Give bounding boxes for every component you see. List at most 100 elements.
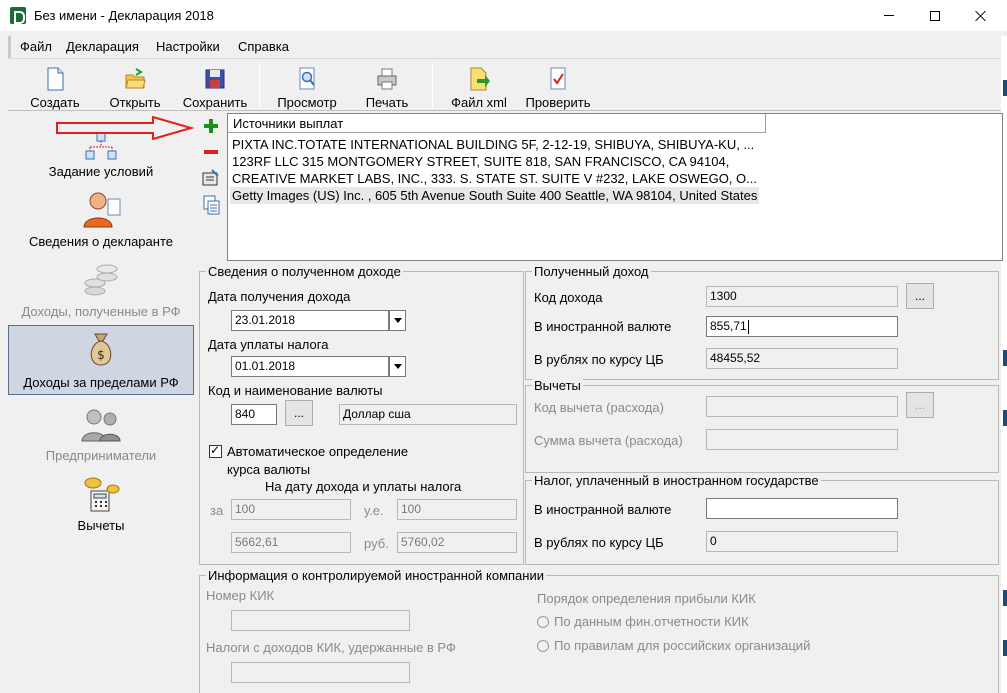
foreign-tax-group: Налог, уплаченный в иностранном государс… xyxy=(525,473,999,565)
date-received-field[interactable]: 23.01.2018 xyxy=(231,310,389,331)
xml-label: Файл xml xyxy=(451,95,507,110)
folder-open-icon xyxy=(125,68,146,89)
svg-text:$: $ xyxy=(97,348,105,362)
create-button[interactable]: Создать xyxy=(22,65,88,111)
check-label: Проверить xyxy=(525,95,591,110)
kik-number-label: Номер КИК xyxy=(206,588,275,603)
add-source-button[interactable] xyxy=(200,116,222,136)
per-tax-field: 100 xyxy=(397,499,517,520)
deduction-code-select-button[interactable]: ... xyxy=(906,392,934,418)
entrepreneurs-icon xyxy=(81,409,121,442)
kik-title: Информация о контролируемой иностранной … xyxy=(206,568,546,583)
units-label: у.е. xyxy=(364,503,384,518)
rub-tax-field: 5760,02 xyxy=(397,532,517,553)
minimize-icon xyxy=(884,15,894,16)
nav-income-abroad-label: Доходы за пределами РФ xyxy=(23,375,179,390)
nav-declarant[interactable]: Сведения о декларанте xyxy=(8,187,194,253)
calculator-coins-icon xyxy=(84,477,120,512)
kik-option-financial-radio[interactable] xyxy=(537,616,549,628)
rate-caption: На дату дохода и уплаты налога xyxy=(265,479,462,494)
app-logo-icon xyxy=(10,7,26,24)
maximize-button[interactable] xyxy=(912,0,958,31)
nav-entrepreneurs[interactable]: Предприниматели xyxy=(8,401,194,467)
save-button[interactable]: Сохранить xyxy=(178,65,252,111)
payment-sources-list[interactable]: Источники выплат PIXTA INC.TOTATE INTERN… xyxy=(227,113,1003,261)
nav-deductions-label: Вычеты xyxy=(77,518,125,533)
list-item[interactable]: 123RF LLC 315 MONTGOMERY STREET, SUITE 8… xyxy=(230,153,731,170)
auto-rate-checkbox[interactable] xyxy=(209,443,222,458)
nav-income-abroad[interactable]: $ Доходы за пределами РФ xyxy=(8,325,194,395)
kik-option-russian-label: По правилам для российских организаций xyxy=(554,638,811,653)
person-icon xyxy=(83,192,121,228)
document-new-icon xyxy=(47,67,64,91)
close-button[interactable] xyxy=(958,0,1004,31)
open-label: Открыть xyxy=(109,95,161,110)
deduction-code-label: Код вычета (расхода) xyxy=(534,400,664,415)
kik-profit-label: Порядок определения прибыли КИК xyxy=(537,591,756,606)
xml-export-icon xyxy=(470,67,490,91)
toolbar: Создать Открыть Сохранить Просмотр Печат… xyxy=(8,58,1001,111)
date-tax-dropdown-button[interactable] xyxy=(389,356,406,377)
menu-settings[interactable]: Настройки xyxy=(156,39,220,54)
nav-deductions[interactable]: Вычеты xyxy=(8,471,194,537)
preview-button[interactable]: Просмотр xyxy=(270,65,344,111)
nav-income-rf-label: Доходы, полученные в РФ xyxy=(21,304,181,319)
copy-source-button[interactable] xyxy=(200,194,222,215)
open-button[interactable]: Открыть xyxy=(102,65,168,111)
coins-icon xyxy=(84,264,118,296)
toolbar-separator xyxy=(259,63,260,109)
foreign-amount-field[interactable]: 855,71 xyxy=(706,316,898,337)
xml-button[interactable]: Файл xml xyxy=(444,65,514,111)
sources-column-header[interactable]: Источники выплат xyxy=(228,114,766,133)
income-code-field: 1300 xyxy=(706,286,898,307)
title-bar: Без имени - Декларация 2018 xyxy=(0,0,1007,31)
currency-select-button[interactable]: ... xyxy=(285,400,313,426)
nav-income-rf[interactable]: Доходы, полученные в РФ xyxy=(8,259,194,325)
received-income-title: Полученный доход xyxy=(532,264,651,279)
auto-rate-label-cont: курса валюты xyxy=(227,462,311,477)
income-code-select-button[interactable]: ... xyxy=(906,283,934,309)
per-label: за xyxy=(210,503,224,518)
text-cursor xyxy=(747,319,749,334)
copy-icon xyxy=(203,195,220,215)
minimize-button[interactable] xyxy=(866,0,912,31)
print-button[interactable]: Печать xyxy=(352,65,422,111)
annotation-arrow-icon xyxy=(56,116,195,140)
plus-icon xyxy=(204,119,218,133)
date-received-dropdown-button[interactable] xyxy=(389,310,406,331)
check-button[interactable]: Проверить xyxy=(520,65,596,111)
tax-foreign-field[interactable] xyxy=(706,498,898,519)
nav-conditions-label: Задание условий xyxy=(48,164,154,179)
nav-declarant-label: Сведения о декларанте xyxy=(29,234,173,249)
list-item[interactable]: CREATIVE MARKET LABS, INC., 333. S. STAT… xyxy=(230,170,759,187)
window-title: Без имени - Декларация 2018 xyxy=(34,8,214,23)
menu-help[interactable]: Справка xyxy=(238,39,289,54)
list-item[interactable]: PIXTA INC.TOTATE INTERNATIONAL BUILDING … xyxy=(230,136,756,153)
tax-foreign-label: В иностранной валюте xyxy=(534,502,672,517)
date-tax-field[interactable]: 01.01.2018 xyxy=(231,356,389,377)
edit-card-icon xyxy=(202,169,219,186)
auto-rate-label: Автоматическое определение xyxy=(227,444,409,459)
foreign-tax-title: Налог, уплаченный в иностранном государс… xyxy=(532,473,821,488)
tax-rub-label: В рублях по курсу ЦБ xyxy=(534,535,664,550)
create-label: Создать xyxy=(30,95,80,110)
remove-source-button[interactable] xyxy=(200,142,222,162)
edge-marker xyxy=(1003,80,1007,96)
toolbar-separator xyxy=(432,63,433,109)
date-tax-label: Дата уплаты налога xyxy=(208,337,329,352)
menu-declaration[interactable]: Декларация xyxy=(66,39,139,54)
kik-number-field xyxy=(231,610,410,631)
rub-income-field: 5662,61 xyxy=(231,532,351,553)
rub-label: руб. xyxy=(364,536,389,551)
currency-code-field[interactable]: 840 xyxy=(231,404,277,425)
close-icon xyxy=(975,10,987,22)
preview-label: Просмотр xyxy=(277,95,337,110)
printer-icon xyxy=(377,68,397,90)
foreign-amount-label: В иностранной валюте xyxy=(534,319,672,334)
edit-source-button[interactable] xyxy=(200,168,222,188)
currency-name-field: Доллар сша xyxy=(339,404,517,425)
deductions-title: Вычеты xyxy=(532,378,583,393)
list-item[interactable]: Getty Images (US) Inc. , 605 5th Avenue … xyxy=(230,187,760,204)
kik-option-russian-radio[interactable] xyxy=(537,640,549,652)
menu-file[interactable]: Файл xyxy=(20,39,52,54)
